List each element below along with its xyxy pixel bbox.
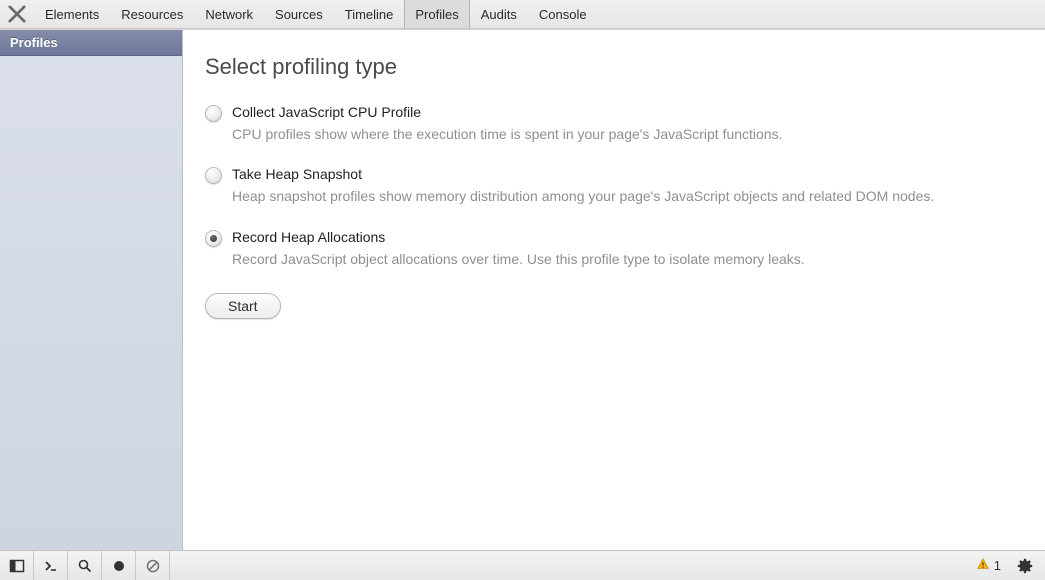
tab-label: Resources	[121, 7, 183, 22]
warning-count: 1	[994, 558, 1001, 573]
option-title: Record Heap Allocations	[232, 229, 1023, 245]
option-body: Record Heap Allocations Record JavaScrip…	[232, 229, 1023, 269]
tab-resources[interactable]: Resources	[110, 0, 194, 28]
radio-button[interactable]	[205, 230, 222, 247]
search-icon[interactable]	[68, 551, 102, 580]
warning-indicator[interactable]: 1	[976, 557, 1001, 574]
tab-network[interactable]: Network	[194, 0, 264, 28]
bottom-toolbar: 1	[0, 550, 1045, 580]
tab-label: Timeline	[345, 7, 394, 22]
option-description: Record JavaScript object allocations ove…	[232, 249, 1012, 269]
top-tab-bar: Elements Resources Network Sources Timel…	[0, 0, 1045, 29]
sidebar-header: Profiles	[0, 30, 182, 56]
profile-option-heap-snapshot[interactable]: Take Heap Snapshot Heap snapshot profile…	[205, 166, 1023, 206]
option-body: Take Heap Snapshot Heap snapshot profile…	[232, 166, 1023, 206]
page-title: Select profiling type	[205, 54, 1023, 80]
tabs: Elements Resources Network Sources Timel…	[34, 0, 598, 28]
option-description: Heap snapshot profiles show memory distr…	[232, 186, 1012, 206]
tab-sources[interactable]: Sources	[264, 0, 334, 28]
radio-button[interactable]	[205, 105, 222, 122]
content-pane: Select profiling type Collect JavaScript…	[183, 30, 1045, 550]
profile-option-cpu[interactable]: Collect JavaScript CPU Profile CPU profi…	[205, 104, 1023, 144]
close-icon[interactable]	[8, 5, 26, 23]
option-description: CPU profiles show where the execution ti…	[232, 124, 1012, 144]
tab-profiles[interactable]: Profiles	[404, 0, 469, 28]
sidebar: Profiles	[0, 30, 183, 550]
tab-label: Elements	[45, 7, 99, 22]
tab-audits[interactable]: Audits	[470, 0, 528, 28]
tab-timeline[interactable]: Timeline	[334, 0, 405, 28]
warning-icon	[976, 557, 990, 574]
option-title: Collect JavaScript CPU Profile	[232, 104, 1023, 120]
option-body: Collect JavaScript CPU Profile CPU profi…	[232, 104, 1023, 144]
console-icon[interactable]	[34, 551, 68, 580]
start-button-label: Start	[228, 298, 258, 314]
option-title: Take Heap Snapshot	[232, 166, 1023, 182]
tab-label: Network	[205, 7, 253, 22]
start-button[interactable]: Start	[205, 293, 281, 319]
tab-label: Audits	[481, 7, 517, 22]
tab-elements[interactable]: Elements	[34, 0, 110, 28]
tab-console[interactable]: Console	[528, 0, 598, 28]
record-icon[interactable]	[102, 551, 136, 580]
clear-icon[interactable]	[136, 551, 170, 580]
sidebar-header-label: Profiles	[10, 35, 58, 50]
profile-option-heap-allocations[interactable]: Record Heap Allocations Record JavaScrip…	[205, 229, 1023, 269]
main-area: Profiles Select profiling type Collect J…	[0, 29, 1045, 550]
tab-label: Sources	[275, 7, 323, 22]
radio-button[interactable]	[205, 167, 222, 184]
tab-label: Console	[539, 7, 587, 22]
tab-label: Profiles	[415, 7, 458, 22]
settings-icon[interactable]	[1011, 557, 1039, 575]
dock-icon[interactable]	[0, 551, 34, 580]
